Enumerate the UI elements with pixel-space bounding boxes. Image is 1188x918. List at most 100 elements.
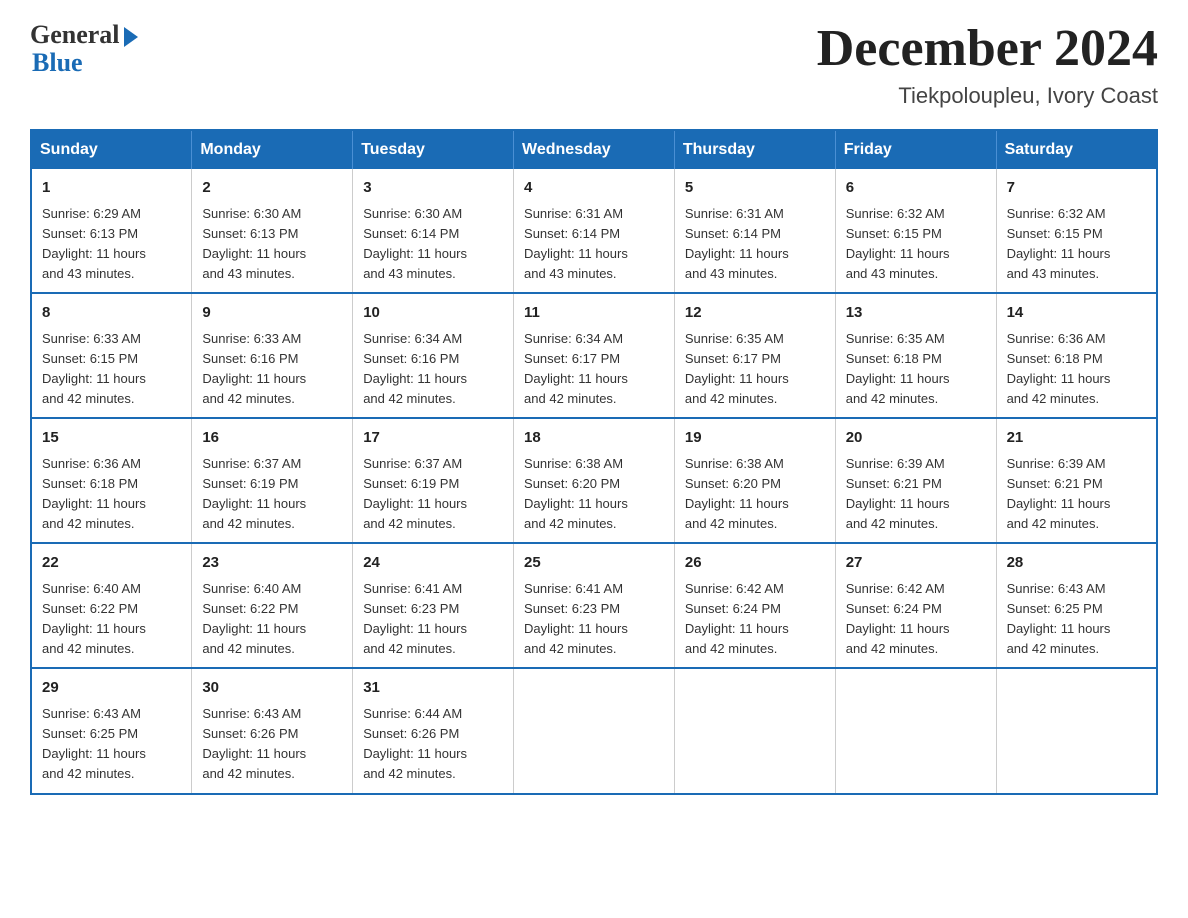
page-header: General Blue December 2024 Tiekpoloupleu… (30, 20, 1158, 109)
calendar-cell: 10 Sunrise: 6:34 AMSunset: 6:16 PMDayligh… (353, 293, 514, 418)
calendar-cell: 2 Sunrise: 6:30 AMSunset: 6:13 PMDaylight… (192, 169, 353, 293)
location-subtitle: Tiekpoloupleu, Ivory Coast (817, 83, 1158, 109)
calendar-cell (514, 668, 675, 793)
calendar-cell: 14 Sunrise: 6:36 AMSunset: 6:18 PMDayligh… (996, 293, 1157, 418)
day-info: Sunrise: 6:41 AMSunset: 6:23 PMDaylight:… (524, 581, 628, 656)
day-info: Sunrise: 6:31 AMSunset: 6:14 PMDaylight:… (685, 206, 789, 281)
day-number: 1 (42, 177, 181, 200)
day-info: Sunrise: 6:38 AMSunset: 6:20 PMDaylight:… (685, 456, 789, 531)
day-number: 26 (685, 552, 825, 575)
day-number: 18 (524, 427, 664, 450)
calendar-cell: 17Sunrise: 6:37 AMSunset: 6:19 PMDayligh… (353, 418, 514, 543)
day-info: Sunrise: 6:30 AMSunset: 6:13 PMDaylight:… (202, 206, 306, 281)
day-info: Sunrise: 6:36 AMSunset: 6:18 PMDaylight:… (42, 456, 146, 531)
column-header-saturday: Saturday (996, 130, 1157, 169)
logo-arrow-icon (124, 27, 138, 47)
calendar-week-row: 8 Sunrise: 6:33 AMSunset: 6:15 PMDaylight… (31, 293, 1157, 418)
day-number: 6 (846, 177, 986, 200)
column-header-tuesday: Tuesday (353, 130, 514, 169)
day-info: Sunrise: 6:36 AMSunset: 6:18 PMDaylight:… (1007, 331, 1111, 406)
calendar-week-row: 15 Sunrise: 6:36 AMSunset: 6:18 PMDayligh… (31, 418, 1157, 543)
calendar-week-row: 1 Sunrise: 6:29 AMSunset: 6:13 PMDaylight… (31, 169, 1157, 293)
logo-blue-text: Blue (30, 48, 83, 78)
calendar-week-row: 22 Sunrise: 6:40 AMSunset: 6:22 PMDayligh… (31, 543, 1157, 668)
day-number: 23 (202, 552, 342, 575)
calendar-cell (835, 668, 996, 793)
day-number: 5 (685, 177, 825, 200)
calendar-cell: 28 Sunrise: 6:43 AMSunset: 6:25 PMDayligh… (996, 543, 1157, 668)
calendar-cell: 31 Sunrise: 6:44 AMSunset: 6:26 PMDayligh… (353, 668, 514, 793)
day-info: Sunrise: 6:39 AMSunset: 6:21 PMDaylight:… (846, 456, 950, 531)
day-number: 28 (1007, 552, 1146, 575)
calendar-cell: 3 Sunrise: 6:30 AMSunset: 6:14 PMDaylight… (353, 169, 514, 293)
day-info: Sunrise: 6:40 AMSunset: 6:22 PMDaylight:… (202, 581, 306, 656)
calendar-cell: 26 Sunrise: 6:42 AMSunset: 6:24 PMDayligh… (674, 543, 835, 668)
calendar-cell (996, 668, 1157, 793)
calendar-cell: 13Sunrise: 6:35 AMSunset: 6:18 PMDayligh… (835, 293, 996, 418)
day-number: 20 (846, 427, 986, 450)
calendar-cell: 20 Sunrise: 6:39 AMSunset: 6:21 PMDayligh… (835, 418, 996, 543)
day-info: Sunrise: 6:38 AMSunset: 6:20 PMDaylight:… (524, 456, 628, 531)
day-number: 12 (685, 302, 825, 325)
day-number: 14 (1007, 302, 1146, 325)
calendar-table: SundayMondayTuesdayWednesdayThursdayFrid… (30, 129, 1158, 794)
month-title: December 2024 (817, 20, 1158, 77)
calendar-cell: 21Sunrise: 6:39 AMSunset: 6:21 PMDayligh… (996, 418, 1157, 543)
day-number: 25 (524, 552, 664, 575)
day-info: Sunrise: 6:29 AMSunset: 6:13 PMDaylight:… (42, 206, 146, 281)
calendar-cell: 27Sunrise: 6:42 AMSunset: 6:24 PMDayligh… (835, 543, 996, 668)
calendar-cell: 29Sunrise: 6:43 AMSunset: 6:25 PMDayligh… (31, 668, 192, 793)
day-number: 9 (202, 302, 342, 325)
day-info: Sunrise: 6:42 AMSunset: 6:24 PMDaylight:… (685, 581, 789, 656)
column-header-thursday: Thursday (674, 130, 835, 169)
day-number: 15 (42, 427, 181, 450)
calendar-cell: 9Sunrise: 6:33 AMSunset: 6:16 PMDaylight… (192, 293, 353, 418)
column-header-sunday: Sunday (31, 130, 192, 169)
column-header-wednesday: Wednesday (514, 130, 675, 169)
day-number: 22 (42, 552, 181, 575)
day-number: 29 (42, 677, 181, 700)
day-number: 11 (524, 302, 664, 325)
day-info: Sunrise: 6:41 AMSunset: 6:23 PMDaylight:… (363, 581, 467, 656)
calendar-cell: 22 Sunrise: 6:40 AMSunset: 6:22 PMDayligh… (31, 543, 192, 668)
day-info: Sunrise: 6:30 AMSunset: 6:14 PMDaylight:… (363, 206, 467, 281)
day-info: Sunrise: 6:32 AMSunset: 6:15 PMDaylight:… (846, 206, 950, 281)
day-number: 8 (42, 302, 181, 325)
day-info: Sunrise: 6:44 AMSunset: 6:26 PMDaylight:… (363, 706, 467, 781)
calendar-cell: 5 Sunrise: 6:31 AMSunset: 6:14 PMDaylight… (674, 169, 835, 293)
column-header-monday: Monday (192, 130, 353, 169)
day-number: 19 (685, 427, 825, 450)
day-number: 2 (202, 177, 342, 200)
day-info: Sunrise: 6:33 AMSunset: 6:15 PMDaylight:… (42, 331, 146, 406)
logo-general-text: General (30, 20, 120, 50)
day-info: Sunrise: 6:40 AMSunset: 6:22 PMDaylight:… (42, 581, 146, 656)
calendar-header-row: SundayMondayTuesdayWednesdayThursdayFrid… (31, 130, 1157, 169)
day-number: 4 (524, 177, 664, 200)
calendar-cell: 6 Sunrise: 6:32 AMSunset: 6:15 PMDaylight… (835, 169, 996, 293)
day-info: Sunrise: 6:32 AMSunset: 6:15 PMDaylight:… (1007, 206, 1111, 281)
day-info: Sunrise: 6:43 AMSunset: 6:26 PMDaylight:… (202, 706, 306, 781)
logo: General Blue (30, 20, 138, 78)
day-info: Sunrise: 6:43 AMSunset: 6:25 PMDaylight:… (1007, 581, 1111, 656)
calendar-cell: 18 Sunrise: 6:38 AMSunset: 6:20 PMDayligh… (514, 418, 675, 543)
day-number: 17 (363, 427, 503, 450)
day-number: 13 (846, 302, 986, 325)
column-header-friday: Friday (835, 130, 996, 169)
calendar-cell: 23 Sunrise: 6:40 AMSunset: 6:22 PMDayligh… (192, 543, 353, 668)
calendar-cell: 30 Sunrise: 6:43 AMSunset: 6:26 PMDayligh… (192, 668, 353, 793)
day-number: 21 (1007, 427, 1146, 450)
day-number: 10 (363, 302, 503, 325)
day-number: 31 (363, 677, 503, 700)
calendar-week-row: 29Sunrise: 6:43 AMSunset: 6:25 PMDayligh… (31, 668, 1157, 793)
day-number: 3 (363, 177, 503, 200)
day-info: Sunrise: 6:34 AMSunset: 6:17 PMDaylight:… (524, 331, 628, 406)
calendar-cell: 16Sunrise: 6:37 AMSunset: 6:19 PMDayligh… (192, 418, 353, 543)
day-number: 30 (202, 677, 342, 700)
title-section: December 2024 Tiekpoloupleu, Ivory Coast (817, 20, 1158, 109)
day-info: Sunrise: 6:35 AMSunset: 6:17 PMDaylight:… (685, 331, 789, 406)
calendar-cell (674, 668, 835, 793)
day-info: Sunrise: 6:34 AMSunset: 6:16 PMDaylight:… (363, 331, 467, 406)
calendar-cell: 25 Sunrise: 6:41 AMSunset: 6:23 PMDayligh… (514, 543, 675, 668)
day-number: 24 (363, 552, 503, 575)
calendar-cell: 4Sunrise: 6:31 AMSunset: 6:14 PMDaylight… (514, 169, 675, 293)
